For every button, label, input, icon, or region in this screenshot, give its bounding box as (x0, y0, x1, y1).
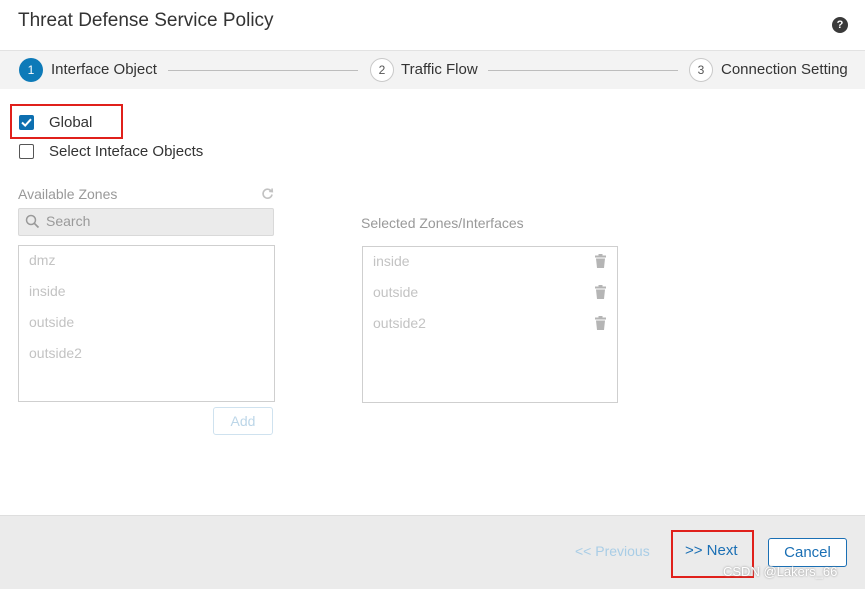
list-item[interactable]: outside (373, 284, 418, 300)
step-3-label[interactable]: Connection Setting (721, 61, 848, 78)
step-connector (488, 70, 678, 71)
dialog-title: Threat Defense Service Policy (18, 10, 274, 31)
list-item[interactable]: inside (373, 253, 410, 269)
list-item[interactable]: dmz (29, 252, 55, 268)
available-zones-label: Available Zones (18, 186, 118, 202)
list-item[interactable]: inside (29, 283, 66, 299)
list-item[interactable]: outside2 (373, 315, 426, 331)
global-checkbox[interactable] (19, 115, 34, 130)
previous-button[interactable]: << Previous (575, 543, 650, 559)
search-icon (25, 214, 40, 229)
cancel-button[interactable]: Cancel (768, 538, 847, 567)
trash-icon[interactable] (595, 316, 606, 330)
step-3-number[interactable]: 3 (689, 58, 713, 82)
step-2-label[interactable]: Traffic Flow (401, 61, 478, 78)
search-placeholder: Search (46, 213, 91, 229)
global-label: Global (49, 114, 93, 131)
refresh-icon[interactable] (261, 187, 274, 200)
watermark: CSDN @Lakers_66 (723, 564, 838, 579)
selected-zones-label: Selected Zones/Interfaces (361, 215, 524, 231)
help-icon[interactable]: ? (832, 17, 848, 33)
next-button[interactable]: >> Next (685, 542, 738, 559)
step-connector (168, 70, 358, 71)
step-1-number[interactable]: 1 (19, 58, 43, 82)
list-item[interactable]: outside2 (29, 345, 82, 361)
add-button[interactable]: Add (213, 407, 273, 435)
check-icon (21, 118, 32, 128)
list-item[interactable]: outside (29, 314, 74, 330)
select-interface-objects-checkbox[interactable] (19, 144, 34, 159)
step-2-number[interactable]: 2 (370, 58, 394, 82)
trash-icon[interactable] (595, 254, 606, 268)
step-1-label[interactable]: Interface Object (51, 61, 157, 78)
trash-icon[interactable] (595, 285, 606, 299)
select-interface-objects-label: Select Inteface Objects (49, 143, 204, 160)
